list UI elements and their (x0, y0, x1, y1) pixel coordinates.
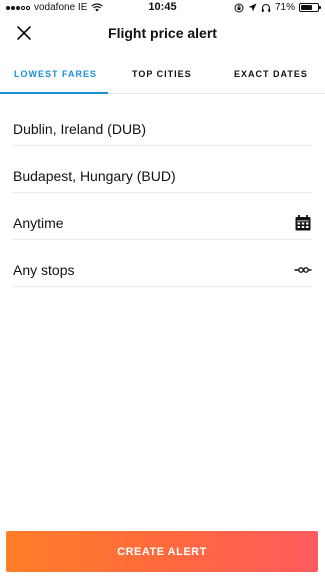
destination-value: Budapest, Hungary (BUD) (13, 168, 176, 184)
stops-icon[interactable] (294, 261, 312, 279)
tab-lowest-fares[interactable]: LOWEST FARES (14, 69, 97, 79)
destination-field[interactable]: Budapest, Hungary (BUD) (12, 162, 312, 193)
active-tab-indicator (0, 92, 108, 94)
header: Flight price alert (0, 18, 325, 48)
calendar-icon[interactable] (294, 214, 312, 232)
stops-value: Any stops (13, 262, 75, 278)
status-right: 71% (234, 2, 321, 13)
tab-bar: LOWEST FARES TOP CITIES EXACT DATES (0, 60, 325, 94)
stops-field[interactable]: Any stops (12, 256, 312, 287)
battery-icon (299, 3, 321, 12)
status-bar: vodafone IE 10:45 71% (0, 0, 325, 15)
location-icon (248, 3, 257, 12)
page-title: Flight price alert (108, 25, 217, 41)
tab-top-cities[interactable]: TOP CITIES (132, 69, 192, 79)
origin-field[interactable]: Dublin, Ireland (DUB) (12, 115, 312, 146)
create-alert-button[interactable]: CREATE ALERT (6, 531, 318, 572)
headphones-icon (261, 3, 271, 12)
rotation-lock-icon (234, 3, 244, 12)
dates-field[interactable]: Anytime (12, 209, 312, 240)
battery-percent: 71% (274, 2, 295, 13)
origin-value: Dublin, Ireland (DUB) (13, 121, 147, 137)
dates-value: Anytime (13, 215, 64, 231)
tab-exact-dates[interactable]: EXACT DATES (234, 69, 308, 79)
battery-fill (301, 5, 312, 10)
